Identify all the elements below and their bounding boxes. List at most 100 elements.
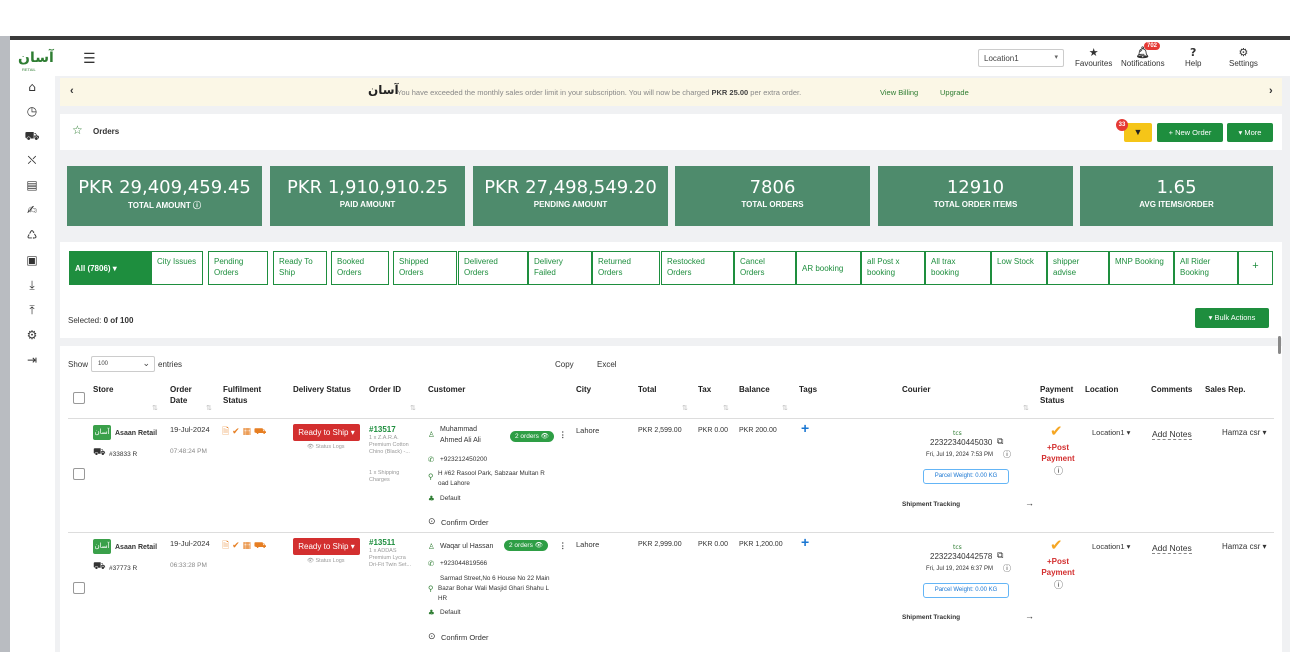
col-tags[interactable]: Tags: [799, 384, 817, 395]
tab-all-trax-booking[interactable]: All trax booking: [925, 251, 991, 285]
col-location[interactable]: Location: [1085, 384, 1118, 395]
col-customer[interactable]: Customer: [428, 384, 465, 395]
dashboard-icon[interactable]: ◷: [24, 104, 40, 118]
cart-icon[interactable]: ⛟: [24, 129, 40, 143]
reports-icon[interactable]: ▣: [24, 253, 40, 267]
delivery-status-dropdown[interactable]: Ready to Ship ▾: [293, 538, 360, 555]
col-order-id[interactable]: Order ID: [369, 384, 401, 395]
info-icon[interactable]: ⓘ: [1054, 580, 1063, 591]
bulk-actions-button[interactable]: ▾ Bulk Actions: [1195, 308, 1269, 328]
settings-button[interactable]: ⚙ Settings: [1229, 47, 1258, 69]
upload-icon[interactable]: ⤒: [24, 303, 40, 317]
col-fulfilment[interactable]: Fulfilment Status: [223, 384, 273, 406]
tab-restocked-orders[interactable]: Restocked Orders: [661, 251, 734, 285]
tracking-number[interactable]: 22322340442578: [930, 551, 992, 562]
status-logs-link[interactable]: 👁 Status Logs: [307, 558, 345, 565]
add-notes-link[interactable]: Add Notes: [1152, 543, 1192, 554]
shipment-tracking-link[interactable]: Shipment Tracking: [902, 612, 960, 623]
col-sales-rep[interactable]: Sales Rep.: [1205, 384, 1245, 395]
location-dropdown[interactable]: Location1 ▾: [1092, 541, 1130, 552]
info-icon[interactable]: ⓘ: [1054, 466, 1063, 477]
menu-toggle-icon[interactable]: ☰: [83, 51, 96, 67]
copy-icon[interactable]: ⧉: [997, 550, 1003, 561]
check-icon[interactable]: ✔: [232, 427, 240, 437]
tab-all-post-x-booking[interactable]: all Post x booking: [861, 251, 925, 285]
tab-mnp-booking[interactable]: MNP Booking: [1109, 251, 1174, 285]
row-checkbox[interactable]: [73, 468, 85, 480]
brand-logo[interactable]: آسان: [18, 50, 54, 66]
new-order-button[interactable]: + New Order: [1157, 123, 1223, 142]
add-notes-link[interactable]: Add Notes: [1152, 429, 1192, 440]
banner-prev-icon[interactable]: ‹: [70, 85, 74, 97]
gear-icon[interactable]: ⚙: [24, 328, 40, 342]
tab-booked-orders[interactable]: Booked Orders: [331, 251, 389, 285]
kebab-menu-icon[interactable]: ⋮: [559, 429, 567, 440]
inventory-icon[interactable]: ▤: [24, 178, 40, 192]
confirm-icon[interactable]: ⊙: [428, 631, 436, 642]
truck-icon[interactable]: ⛟: [254, 541, 266, 551]
tab-all-rider-booking[interactable]: All Rider Booking: [1174, 251, 1238, 285]
home-icon[interactable]: ⌂: [24, 80, 40, 94]
post-payment-button[interactable]: +Post Payment: [1037, 442, 1079, 464]
scrollbar-thumb[interactable]: [1278, 336, 1281, 354]
page-size-select[interactable]: 100 ⌄: [91, 356, 155, 372]
check-icon[interactable]: ✔: [232, 541, 240, 551]
excel-button[interactable]: Excel: [597, 360, 617, 369]
orders-count-pill[interactable]: 2 orders 👁: [504, 540, 548, 551]
sort-icon[interactable]: ⇅: [682, 404, 688, 412]
tab-all[interactable]: All (7806) ▾: [69, 251, 151, 285]
boxes-icon[interactable]: ▦: [243, 427, 252, 437]
delivery-status-dropdown[interactable]: Ready to Ship ▾: [293, 424, 360, 441]
post-payment-button[interactable]: +Post Payment: [1037, 556, 1079, 578]
arrow-right-icon[interactable]: →: [1025, 498, 1034, 509]
sales-rep-dropdown[interactable]: Hamza csr ▾: [1222, 541, 1266, 552]
shipment-tracking-link[interactable]: Shipment Tracking: [902, 499, 960, 510]
tab-pending-orders[interactable]: Pending Orders: [208, 251, 268, 285]
status-logs-link[interactable]: 👁 Status Logs: [307, 444, 345, 451]
kebab-menu-icon[interactable]: ⋮: [559, 540, 567, 551]
col-comments[interactable]: Comments: [1151, 384, 1192, 395]
tab-cancel-orders[interactable]: Cancel Orders: [734, 251, 796, 285]
sort-icon[interactable]: ⇅: [723, 404, 729, 412]
arrow-right-icon[interactable]: →: [1025, 611, 1034, 622]
orders-count-pill[interactable]: 2 orders 👁: [510, 431, 554, 442]
add-tab-button[interactable]: +: [1238, 251, 1273, 285]
info-icon[interactable]: ⓘ: [1003, 563, 1011, 574]
order-id-link[interactable]: #13511: [369, 538, 395, 547]
shipping-icon[interactable]: ♺: [24, 228, 40, 242]
view-billing-link[interactable]: View Billing: [880, 88, 918, 97]
sales-rep-dropdown[interactable]: Hamza csr ▾: [1222, 427, 1266, 438]
tab-delivery-failed[interactable]: Delivery Failed: [528, 251, 592, 285]
notifications-button[interactable]: 🔔︎ Notifications: [1121, 47, 1165, 69]
row-checkbox[interactable]: [73, 582, 85, 594]
handshake-icon[interactable]: ✍: [24, 203, 40, 217]
tab-ar-booking[interactable]: AR booking: [796, 251, 861, 285]
parcel-weight-badge[interactable]: Parcel Weight: 0.00 KG: [923, 583, 1009, 598]
tab-returned-orders[interactable]: Returned Orders: [592, 251, 660, 285]
document-icon[interactable]: 🗎︎: [222, 427, 229, 437]
copy-button[interactable]: Copy: [555, 360, 574, 369]
select-all-checkbox[interactable]: [73, 392, 85, 404]
confirm-icon[interactable]: ⊙: [428, 516, 436, 527]
parcel-weight-badge[interactable]: Parcel Weight: 0.00 KG: [923, 469, 1009, 484]
tab-shipper-advise[interactable]: shipper advise: [1047, 251, 1109, 285]
banner-next-icon[interactable]: ›: [1269, 85, 1273, 97]
col-tax[interactable]: Tax: [698, 384, 711, 395]
logout-icon[interactable]: ⇥: [24, 353, 40, 367]
tab-shipped-orders[interactable]: Shipped Orders: [393, 251, 457, 285]
filter-button[interactable]: ▼: [1124, 123, 1152, 142]
document-icon[interactable]: 🗎︎: [222, 541, 229, 551]
sort-icon[interactable]: ⇅: [410, 404, 416, 412]
tracking-number[interactable]: 22322340445030: [930, 437, 992, 448]
favourite-star-icon[interactable]: ☆: [72, 123, 83, 137]
col-balance[interactable]: Balance: [739, 384, 770, 395]
tab-city-issues[interactable]: City Issues: [151, 251, 203, 285]
location-select[interactable]: Location1 ▾: [978, 49, 1064, 67]
fulfilment-icons[interactable]: 🗎︎ ✔ ▦ ⛟: [222, 538, 266, 554]
sort-icon[interactable]: ⇅: [782, 404, 788, 412]
location-dropdown[interactable]: Location1 ▾: [1092, 427, 1130, 438]
col-store[interactable]: Store: [93, 384, 113, 395]
more-button[interactable]: ▾ More: [1227, 123, 1273, 142]
help-button[interactable]: ? Help: [1185, 47, 1201, 69]
favourites-button[interactable]: ★ Favourites: [1075, 47, 1112, 69]
